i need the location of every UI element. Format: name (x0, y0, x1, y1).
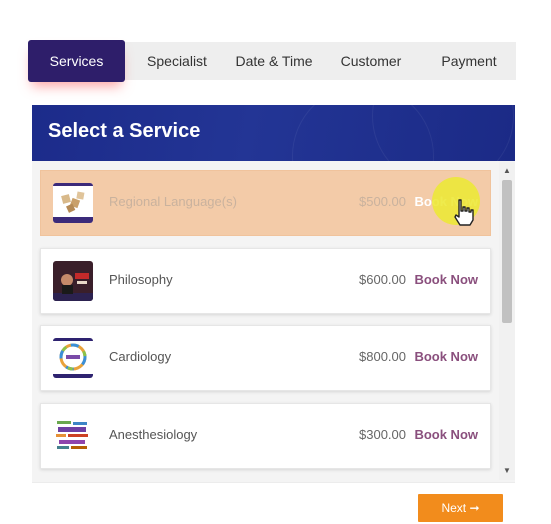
list-scrollbar[interactable]: ▲ ▼ (499, 162, 515, 480)
service-price: $800.00 (359, 349, 406, 364)
book-now-link[interactable]: Book Now (414, 427, 478, 442)
scrollbar-thumb[interactable] (502, 180, 512, 323)
service-price: $500.00 (359, 194, 406, 209)
service-thumbnail-regional-language (53, 183, 93, 223)
book-now-link[interactable]: Book Now (414, 349, 478, 364)
hand-cursor-icon (451, 198, 477, 228)
service-name: Anesthesiology (109, 427, 198, 442)
header-decoration (372, 105, 514, 161)
step-tabs: Services Specialist Date & Time Customer… (28, 40, 516, 82)
service-price: $600.00 (359, 272, 406, 287)
service-row[interactable]: Anesthesiology $300.00 Book Now (40, 403, 491, 469)
arrow-right-icon: ➞ (469, 501, 480, 515)
tab-payment[interactable]: Payment (422, 42, 516, 80)
service-thumbnail-philosophy (53, 261, 93, 301)
service-name: Cardiology (109, 349, 172, 364)
panel-header: Select a Service (32, 105, 515, 161)
service-name: Philosophy (109, 272, 173, 287)
scroll-down-arrow-icon[interactable]: ▼ (499, 464, 515, 478)
tab-services[interactable]: Services (28, 40, 125, 82)
scroll-up-arrow-icon[interactable]: ▲ (499, 164, 515, 178)
service-row[interactable]: Regional Language(s) $500.00 Book Now (40, 170, 491, 236)
tab-date-time[interactable]: Date & Time (228, 42, 320, 80)
service-row[interactable]: Philosophy $600.00 Book Now (40, 248, 491, 314)
tab-customer[interactable]: Customer (325, 42, 417, 80)
book-now-link[interactable]: Book Now (414, 272, 478, 287)
tab-specialist[interactable]: Specialist (131, 42, 223, 80)
service-thumbnail-cardiology (53, 338, 93, 378)
service-name: Regional Language(s) (109, 194, 237, 209)
service-panel: Select a Service Regional Language(s) $5… (32, 105, 515, 523)
service-row[interactable]: Cardiology $800.00 Book Now (40, 325, 491, 391)
panel-title: Select a Service (48, 120, 201, 142)
service-thumbnail-anesthesiology (53, 416, 93, 456)
next-button-label: Next (441, 501, 467, 515)
next-button[interactable]: Next ➞ (418, 494, 503, 522)
service-price: $300.00 (359, 427, 406, 442)
